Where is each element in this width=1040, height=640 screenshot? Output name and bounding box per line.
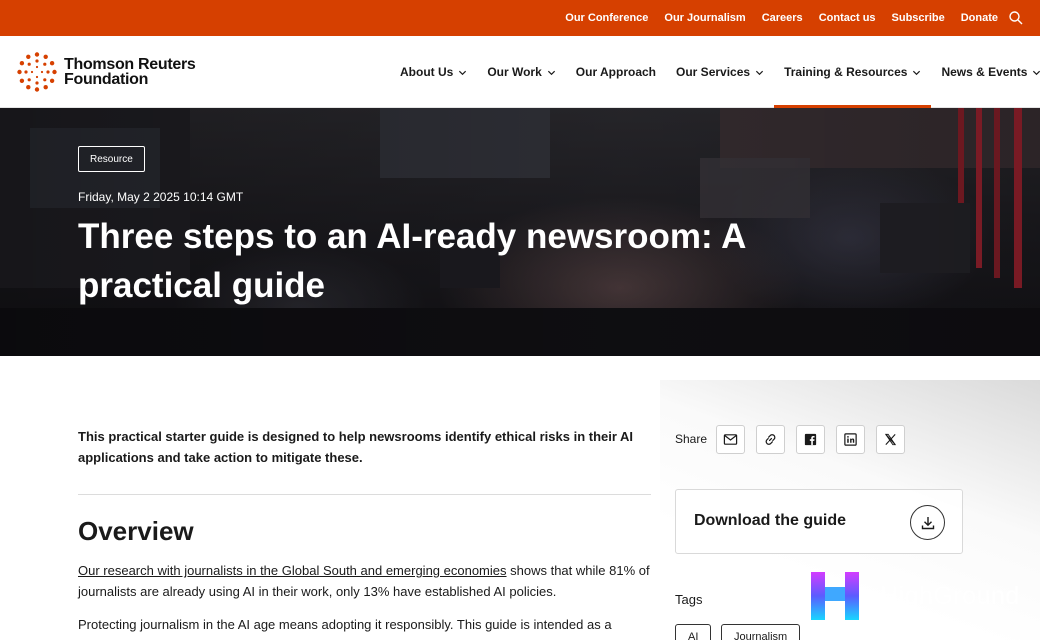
divider	[78, 494, 651, 495]
share-email-button[interactable]	[716, 425, 745, 454]
content-type-badge[interactable]: Resource	[78, 146, 145, 172]
search-icon[interactable]	[1008, 10, 1024, 26]
utility-bar: Our Conference Our Journalism Careers Co…	[0, 0, 1040, 36]
main-nav: Thomson Reuters Foundation About Us Our …	[0, 36, 1040, 109]
article-paragraph: Protecting journalism in the AI age mean…	[78, 617, 612, 632]
research-link[interactable]: Our research with journalists in the Glo…	[78, 563, 507, 578]
chevron-down-icon	[913, 70, 921, 75]
utility-link-conference[interactable]: Our Conference	[565, 12, 648, 24]
logo-line-1: Thomson Reuters	[64, 56, 196, 73]
copy-link-button[interactable]	[756, 425, 785, 454]
article-paragraph: Our research with journalists in the Glo…	[78, 560, 652, 602]
download-label: Download the guide	[694, 512, 846, 529]
nav-item-label: Our Services	[676, 65, 751, 79]
download-button[interactable]	[910, 505, 945, 540]
utility-links: Our Conference Our Journalism Careers Co…	[565, 0, 998, 36]
watermark: HighGround	[810, 572, 1025, 620]
facebook-icon	[804, 433, 817, 446]
publish-date: Friday, May 2 2025 10:14 GMT	[78, 190, 244, 204]
linkedin-icon	[844, 433, 857, 446]
nav-item-label: Training & Resources	[784, 65, 908, 79]
nav-item-label: Our Work	[487, 65, 542, 79]
nav-item-label: News & Events	[941, 65, 1028, 79]
logo-line-2: Foundation	[64, 71, 149, 88]
nav-items: About Us Our Work Our Approach Our Servi…	[390, 36, 1040, 109]
utility-link-careers[interactable]: Careers	[762, 12, 803, 24]
share-x-button[interactable]	[876, 425, 905, 454]
nav-item-our-work[interactable]: Our Work	[477, 36, 565, 108]
link-icon	[765, 434, 776, 445]
logo-text: Thomson Reuters Foundation	[64, 56, 196, 88]
utility-link-contact[interactable]: Contact us	[819, 12, 876, 24]
share-linkedin-button[interactable]	[836, 425, 865, 454]
nav-item-our-services[interactable]: Our Services	[666, 36, 774, 108]
logo[interactable]: Thomson Reuters Foundation	[17, 51, 207, 93]
utility-link-donate[interactable]: Donate	[961, 12, 998, 24]
mail-icon	[723, 434, 738, 445]
x-icon	[884, 433, 897, 446]
nav-item-training-resources[interactable]: Training & Resources	[774, 36, 932, 109]
nav-item-news-events[interactable]: News & Events	[931, 36, 1040, 108]
nav-item-our-approach[interactable]: Our Approach	[566, 36, 666, 108]
tag-ai[interactable]: AI	[675, 624, 712, 640]
share-label: Share	[675, 432, 708, 446]
utility-link-subscribe[interactable]: Subscribe	[892, 12, 945, 24]
download-guide-card[interactable]: Download the guide	[675, 489, 963, 554]
nav-item-label: Our Approach	[575, 65, 657, 79]
tags-label: Tags	[675, 592, 703, 607]
chevron-down-icon	[1033, 70, 1040, 75]
logo-dots-icon	[17, 52, 57, 92]
nav-item-label: About Us	[400, 65, 454, 79]
article-lead: This practical starter guide is designed…	[78, 429, 634, 465]
tag-journalism[interactable]: Journalism	[721, 624, 801, 640]
chevron-down-icon	[547, 70, 555, 75]
highground-logo-icon	[811, 572, 859, 620]
share-buttons	[716, 425, 905, 454]
section-heading-overview: Overview	[78, 516, 194, 546]
watermark-text: HighGround	[880, 581, 1020, 610]
share-facebook-button[interactable]	[796, 425, 825, 454]
chevron-down-icon	[755, 70, 764, 75]
download-icon	[921, 516, 934, 529]
page-title: Three steps to an AI-ready newsroom: A p…	[78, 217, 746, 305]
hero-banner: Resource Friday, May 2 2025 10:14 GMT Th…	[0, 108, 1040, 356]
nav-item-about-us[interactable]: About Us	[390, 36, 477, 108]
utility-link-journalism[interactable]: Our Journalism	[664, 12, 745, 24]
chevron-down-icon	[459, 70, 467, 75]
